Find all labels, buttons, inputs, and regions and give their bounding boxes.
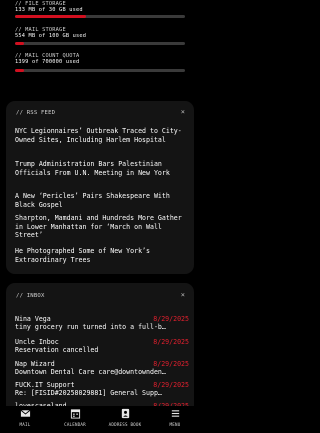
file-storage-bar [15,15,185,18]
message-subject: Reservation cancelled [15,346,99,354]
message-subject: tiny grocery run turned into a full-b… [15,323,166,331]
bottom-nav: MAIL CALENDAR ADDRESS BOOK MENU [0,406,200,433]
inbox-panel: // INBOX × Nina Vega 8/29/2025 tiny groc… [6,283,194,423]
file-storage-meter: // FILE STORAGE 133 MB of 30 GB used [15,1,185,18]
mail-storage-bar [15,42,185,45]
rss-item[interactable]: NYC Legionnaires’ Outbreak Traced to Cit… [15,127,187,144]
mail-storage-meter: // MAIL STORAGE 554 MB of 100 GB used [15,27,185,45]
contact-icon [121,408,129,419]
message-sender: Nap Wizard [15,360,55,368]
envelope-icon [20,409,30,417]
message-sender: Nina Vega [15,315,51,323]
nav-menu-label: MENU [169,422,181,427]
inbox-title: // INBOX [16,293,45,299]
message-date: 8/29/2025 [153,360,189,368]
calendar-icon [70,409,80,419]
message-date: 8/29/2025 [153,338,189,346]
file-storage-value: 133 MB of 30 GB used [15,7,83,13]
mail-storage-fill [15,42,25,45]
nav-menu[interactable]: MENU [155,408,195,427]
menu-icon [171,410,179,417]
message-sender: FUCK.IT Support [15,381,75,389]
nav-calendar[interactable]: CALENDAR [55,408,95,427]
message-subject: Downtown Dental Care care@downtownden… [15,368,166,376]
mail-quota-value: 1399 of 700000 used [15,59,80,65]
rss-feed-panel: // RSS FEED × NYC Legionnaires’ Outbreak… [6,101,194,274]
mail-quota-fill [15,69,25,72]
rss-item[interactable]: Trump Administration Bars Palestinian Of… [15,160,187,177]
message-date: 8/29/2025 [153,315,189,323]
rss-feed-title: // RSS FEED [16,110,56,116]
message-date: 8/29/2025 [153,381,189,389]
rss-item[interactable]: A New ‘Pericles’ Pairs Shakespeare With … [15,192,187,209]
nav-calendar-label: CALENDAR [64,422,86,427]
inbox-close-icon[interactable]: × [181,292,185,299]
mail-quota-meter: // MAIL COUNT QUOTA 1399 of 700000 used [15,53,185,72]
message-subject: Re: [FISID#20258029881] General Supp… [15,389,162,397]
mail-storage-value: 554 MB of 100 GB used [15,33,87,39]
nav-mail[interactable]: MAIL [5,408,45,427]
rss-item[interactable]: Sharpton, Mamdani and Hundreds More Gath… [15,214,187,240]
nav-address-book[interactable]: ADDRESS BOOK [105,408,145,427]
rss-item[interactable]: He Photographed Some of New York’s Extra… [15,247,187,264]
file-storage-fill [15,15,87,18]
message-sender: Uncle Inboc [15,338,59,346]
mail-quota-bar [15,69,185,72]
nav-mail-label: MAIL [19,422,31,427]
rss-close-icon[interactable]: × [181,109,185,116]
nav-address-book-label: ADDRESS BOOK [108,422,142,427]
